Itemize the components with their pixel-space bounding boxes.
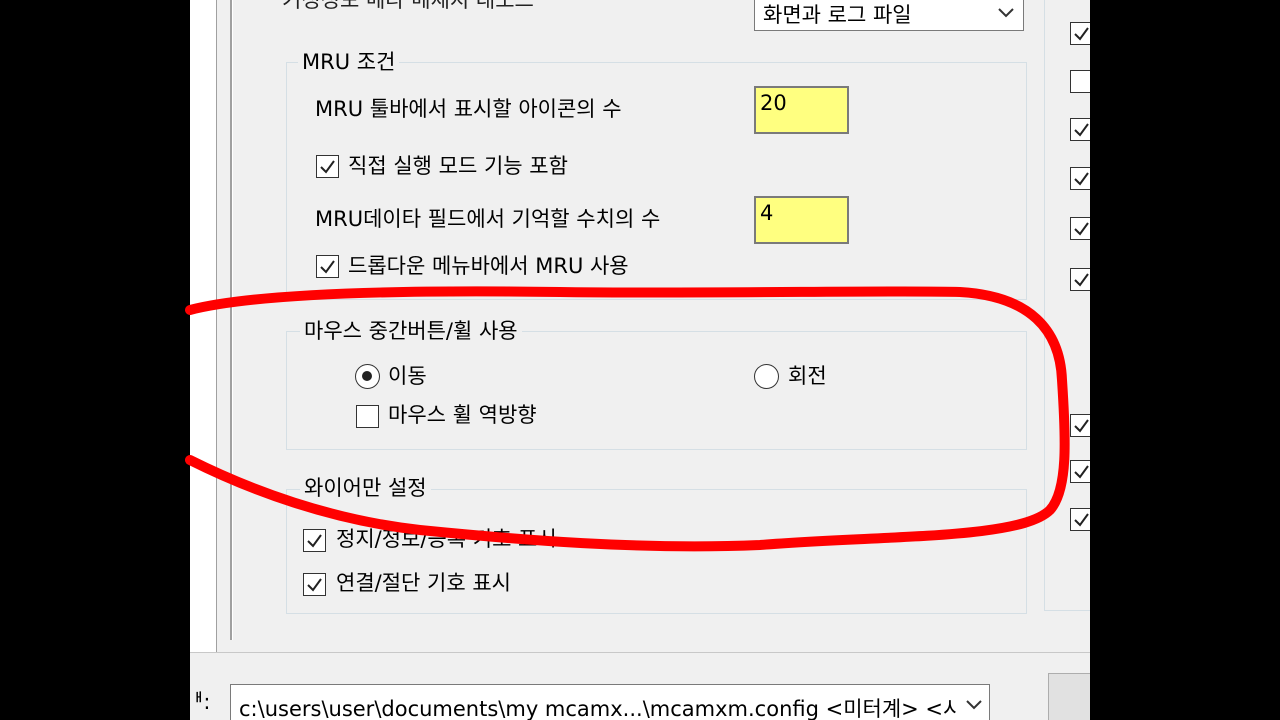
config-path-label: ᅢ: [190, 690, 211, 714]
stop-symbol-checkbox[interactable] [303, 529, 326, 552]
radio-dot [362, 371, 372, 381]
right-checkbox-1[interactable] [1070, 22, 1090, 45]
chevron-down-icon [966, 700, 982, 710]
mru-data-field-input[interactable]: 4 [754, 196, 849, 244]
config-action-button[interactable] [1048, 673, 1090, 720]
pan-radio[interactable] [355, 364, 380, 389]
mouse-group-title: 마우스 중간버튼/휠 사용 [300, 318, 522, 344]
rotate-radio-label: 회전 [788, 364, 827, 388]
checkmark-icon [307, 534, 322, 548]
reverse-wheel-label: 마우스 휠 역방향 [388, 403, 537, 427]
checkmark-icon [1074, 419, 1089, 433]
connect-symbol-checkbox[interactable] [303, 573, 326, 596]
direct-mode-label: 직접 실행 모드 기능 포함 [348, 154, 568, 178]
checkmark-icon [1074, 273, 1089, 287]
right-checkbox-2[interactable] [1070, 70, 1090, 93]
panel-divider [230, 0, 233, 640]
right-checkbox-3[interactable] [1070, 118, 1090, 141]
checkmark-icon [320, 260, 335, 274]
checkmark-icon [307, 578, 322, 592]
mru-toolbar-icons-input[interactable]: 20 [754, 86, 849, 134]
config-file-value: c:\users\user\documents\my mcamx...\mcam… [239, 697, 982, 720]
right-checkbox-5[interactable] [1070, 217, 1090, 240]
direct-mode-checkbox[interactable] [316, 155, 339, 178]
mru-group-title: MRU 조건 [298, 49, 400, 75]
rotate-radio[interactable] [754, 364, 779, 389]
dropdown-mru-label: 드롭다운 메뉴바에서 MRU 사용 [348, 254, 629, 278]
error-output-select[interactable]: 화면과 로그 파일 [754, 0, 1024, 31]
category-tree[interactable] [190, 0, 217, 652]
stop-symbol-label: 정지/정보/등록 기호 표시 [336, 527, 557, 551]
right-checkbox-9[interactable] [1070, 508, 1090, 531]
pan-radio-label: 이동 [388, 364, 427, 388]
checkmark-icon [1074, 172, 1089, 186]
chevron-down-icon [998, 8, 1014, 18]
config-file-arrow [957, 685, 989, 720]
right-checkbox-4[interactable] [1070, 167, 1090, 190]
mru-toolbar-icons-label: MRU 툴바에서 표시할 아이콘의 수 [315, 97, 622, 121]
checkmark-icon [1074, 513, 1089, 527]
right-checkbox-6[interactable] [1070, 268, 1090, 291]
checkmark-icon [1074, 123, 1089, 137]
checkmark-icon [1074, 27, 1089, 41]
right-options-group [1044, 0, 1090, 611]
checkmark-icon [320, 160, 335, 174]
wireframe-group-title: 와이어만 설정 [300, 475, 431, 501]
error-message-mode-label: 기정정보 메타 메세지 대모드 [282, 0, 534, 12]
right-checkbox-7[interactable] [1070, 414, 1090, 437]
mouse-group [286, 331, 1027, 450]
right-checkbox-8[interactable] [1070, 460, 1090, 483]
reverse-wheel-checkbox[interactable] [356, 405, 379, 428]
error-output-value: 화면과 로그 파일 [763, 3, 912, 27]
checkmark-icon [1074, 222, 1089, 236]
connect-symbol-label: 연결/절단 기호 표시 [336, 571, 511, 595]
checkmark-icon [1074, 465, 1089, 479]
dropdown-mru-checkbox[interactable] [316, 255, 339, 278]
mru-data-field-label: MRU데이타 필드에서 기억할 수치의 수 [315, 207, 661, 231]
config-file-select[interactable]: c:\users\user\documents\my mcamx...\mcam… [230, 684, 990, 720]
config-bar: ᅢ: c:\users\user\documents\my mcamx...\m… [190, 652, 1090, 720]
options-panel: 기정정보 메타 메세지 대모드 화면과 로그 파일 MRU 조건 MRU 툴바에… [190, 0, 1090, 720]
